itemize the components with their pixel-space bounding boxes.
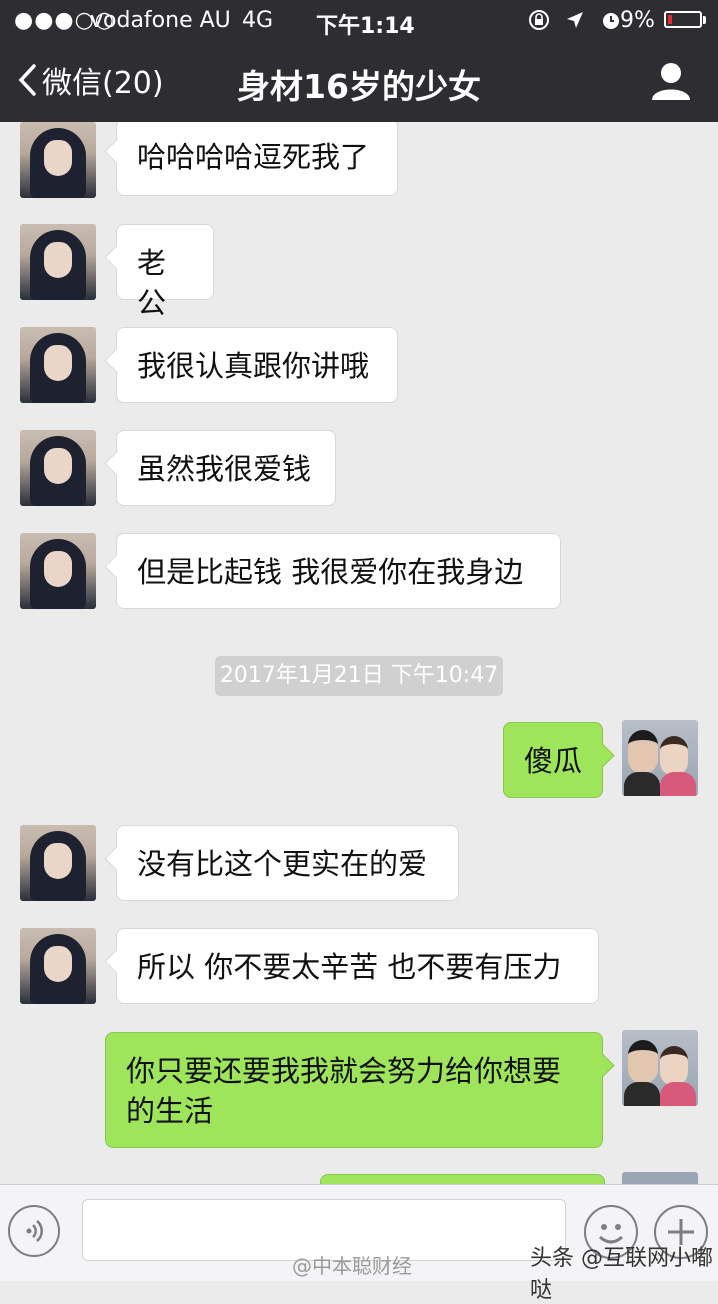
battery-percentage: 9% — [620, 8, 655, 33]
outgoing-message[interactable]: 你只要还要我我就会努力给你想要的生活 — [105, 1032, 603, 1148]
outgoing-message-partial[interactable] — [320, 1174, 605, 1184]
contact-avatar[interactable] — [20, 825, 96, 901]
contact-avatar[interactable] — [20, 327, 96, 403]
contact-avatar[interactable] — [20, 928, 96, 1004]
outgoing-message[interactable]: 傻瓜 — [503, 722, 603, 798]
incoming-message[interactable]: 虽然我很爱钱 — [116, 430, 336, 506]
lock-rotation-icon — [529, 10, 549, 30]
contact-avatar[interactable] — [20, 430, 96, 506]
message-row: 我很认真跟你讲哦 — [0, 327, 718, 407]
incoming-message[interactable]: 哈哈哈哈逗死我了 — [116, 122, 398, 196]
message-row: 你只要还要我我就会努力给你想要的生活 — [0, 1030, 718, 1150]
person-icon[interactable] — [650, 60, 692, 102]
message-row: 但是比起钱 我很爱你在我身边 — [0, 533, 718, 613]
chat-header: 微信(20) 身材16岁的少女 — [0, 40, 718, 122]
back-button[interactable]: 微信(20) — [16, 58, 164, 102]
weibo-watermark: @中本聪财经 — [292, 1254, 412, 1278]
message-timestamp: 2017年1月21日 下午10:47 — [215, 656, 503, 696]
my-avatar-partial[interactable] — [622, 1172, 698, 1184]
message-row: 没有比这个更实在的爱 — [0, 825, 718, 905]
my-avatar[interactable] — [622, 1030, 698, 1106]
message-list[interactable]: 哈哈哈哈逗死我了 老公 我很认真跟你讲哦 虽然我很爱钱 但是比起钱 我很爱你在我… — [0, 122, 718, 1184]
status-icons — [528, 8, 622, 33]
contact-avatar[interactable] — [20, 224, 96, 300]
toutiao-watermark: 头条 @互联网小嘟哒 — [530, 1246, 713, 1303]
message-row: 老公 — [0, 224, 718, 320]
chevron-left-icon — [18, 64, 36, 96]
back-label: 微信(20) — [42, 66, 164, 101]
incoming-message[interactable]: 所以 你不要太辛苦 也不要有压力 — [116, 928, 599, 1004]
message-row: 哈哈哈哈逗死我了 — [0, 122, 718, 202]
incoming-message[interactable]: 没有比这个更实在的爱 — [116, 825, 459, 901]
incoming-message[interactable]: 我很认真跟你讲哦 — [116, 327, 398, 403]
my-avatar[interactable] — [622, 720, 698, 796]
incoming-message[interactable]: 但是比起钱 我很爱你在我身边 — [116, 533, 561, 609]
message-row: 傻瓜 — [0, 720, 718, 800]
network-type: 4G — [242, 8, 274, 33]
location-arrow-icon — [567, 12, 583, 28]
contact-avatar[interactable] — [20, 533, 96, 609]
incoming-message[interactable]: 老公 — [116, 224, 214, 320]
alarm-icon — [603, 13, 619, 29]
battery-icon — [664, 11, 702, 28]
message-row: 所以 你不要太辛苦 也不要有压力 — [0, 928, 718, 1008]
voice-button[interactable] — [8, 1205, 60, 1257]
status-bar: ●●●○○ vodafone AU 4G 下午1:14 9% — [0, 0, 718, 40]
contact-avatar[interactable] — [20, 122, 96, 198]
clock: 下午1:14 — [316, 14, 415, 39]
battery-tip — [703, 16, 706, 24]
message-row: 虽然我很爱钱 — [0, 430, 718, 510]
message-row-partial — [0, 1172, 718, 1184]
carrier-name: vodafone AU — [90, 8, 231, 33]
voice-icon — [26, 1220, 43, 1242]
